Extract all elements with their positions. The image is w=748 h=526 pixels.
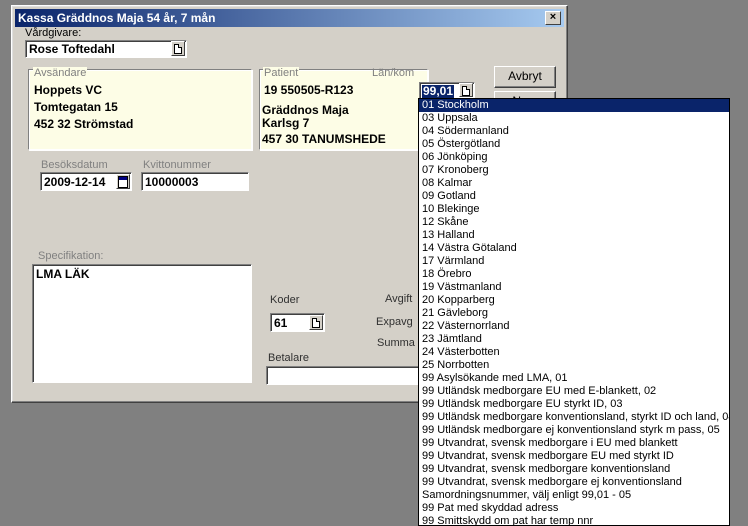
calendar-icon[interactable] [116, 174, 130, 189]
lan-kom-label: Län/kom [372, 67, 415, 79]
besoksdatum-label: Besöksdatum [41, 159, 108, 171]
dropdown-option[interactable]: 19 Västmanland [419, 281, 729, 294]
dropdown-option[interactable]: 22 Västernorrland [419, 320, 729, 333]
betalare-label: Betalare [268, 352, 309, 364]
patient-address: Karlsg 7 [262, 116, 310, 130]
dropdown-option[interactable]: 99 Utländsk medborgare konventionsland, … [419, 411, 729, 424]
expavg-label: Expavg [376, 316, 413, 328]
dropdown-option[interactable]: 99 Utländsk medborgare EU med E-blankett… [419, 385, 729, 398]
specifikation-label: Specifikation: [38, 250, 104, 262]
dropdown-option[interactable]: 99 Utländsk medborgare ej konventionslan… [419, 424, 729, 437]
vardgivare-value: Rose Toftedahl [29, 42, 115, 56]
avsandare-label: Avsändare [33, 67, 88, 79]
dropdown-option[interactable]: 25 Norrbotten [419, 359, 729, 372]
kvittonummer-label: Kvittonummer [143, 159, 211, 171]
avbryt-label: Avbryt [508, 69, 542, 83]
lan-kom-field[interactable]: 99,01 [419, 82, 475, 99]
avbryt-button[interactable]: Avbryt [494, 66, 556, 88]
vardgivare-field[interactable]: Rose Toftedahl [25, 40, 187, 58]
besoksdatum-field[interactable]: 2009-12-14 [40, 172, 132, 191]
title-bar: Kassa Gräddnos Maja 54 år, 7 mån × [15, 9, 564, 27]
window-title: Kassa Gräddnos Maja 54 år, 7 mån [18, 11, 216, 25]
dropdown-option[interactable]: 06 Jönköping [419, 151, 729, 164]
dropdown-option[interactable]: 01 Stockholm [419, 99, 729, 112]
lan-kom-dropdown-icon[interactable] [459, 83, 473, 97]
koder-label: Koder [270, 294, 300, 306]
specifikation-value: LMA LÄK [36, 267, 90, 281]
specifikation-textarea[interactable]: LMA LÄK [32, 264, 252, 383]
dropdown-option[interactable]: 99 Smittskydd om pat har temp nnr [419, 515, 729, 525]
avsandare-line-2: Tomtegatan 15 [34, 100, 118, 114]
dropdown-option[interactable]: 04 Södermanland [419, 125, 729, 138]
dropdown-option[interactable]: 13 Halland [419, 229, 729, 242]
dropdown-option[interactable]: 21 Gävleborg [419, 307, 729, 320]
dropdown-option[interactable]: 17 Värmland [419, 255, 729, 268]
summa-label: Summa [377, 337, 415, 349]
vardgivare-label: Vårdgivare: [25, 27, 82, 39]
vardgivare-lookup-icon[interactable] [171, 41, 185, 56]
avsandare-line-3: 452 32 Strömstad [34, 117, 134, 131]
dropdown-option[interactable]: 14 Västra Götaland [419, 242, 729, 255]
betalare-field[interactable] [266, 366, 436, 385]
dropdown-option[interactable]: 12 Skåne [419, 216, 729, 229]
dropdown-option[interactable]: 10 Blekinge [419, 203, 729, 216]
dropdown-option[interactable]: 20 Kopparberg [419, 294, 729, 307]
lan-kom-dropdown-list[interactable]: 01 Stockholm 03 Uppsala 04 Södermanland 05 … [418, 98, 730, 526]
koder-field[interactable]: 61 [270, 313, 325, 332]
dropdown-option[interactable]: 08 Kalmar [419, 177, 729, 190]
close-button[interactable]: × [545, 11, 561, 25]
dropdown-option[interactable]: 18 Örebro [419, 268, 729, 281]
avsandare-line-1: Hoppets VC [34, 83, 103, 97]
dropdown-option[interactable]: 23 Jämtland [419, 333, 729, 346]
dropdown-option[interactable]: 99 Utvandrat, svensk medborgare konventi… [419, 463, 729, 476]
dropdown-option[interactable]: 07 Kronoberg [419, 164, 729, 177]
avgift-label: Avgift [385, 293, 413, 305]
dropdown-option[interactable]: Samordningsnummer, välj enligt 99,01 - 0… [419, 489, 729, 502]
dropdown-option[interactable]: 24 Västerbotten [419, 346, 729, 359]
lan-kom-value: 99,01 [422, 84, 455, 98]
dropdown-option[interactable]: 99 Utvandrat, svensk medborgare ej konve… [419, 476, 729, 489]
dropdown-option[interactable]: 05 Östergötland [419, 138, 729, 151]
dropdown-option[interactable]: 99 Pat med skyddad adress [419, 502, 729, 515]
patient-label: Patient [263, 67, 300, 79]
dropdown-option[interactable]: 99 Utländsk medborgare EU styrkt ID, 03 [419, 398, 729, 411]
kvittonummer-value: 10000003 [145, 175, 199, 189]
patient-panel: 19 550505-R123 Gräddnos Maja Karlsg 7 45… [259, 69, 428, 150]
patient-pnr: 19 550505-R123 [264, 83, 354, 97]
dropdown-option[interactable]: 09 Gotland [419, 190, 729, 203]
koder-lookup-icon[interactable] [309, 315, 323, 330]
dropdown-option[interactable]: 99 Utvandrat, svensk medborgare EU med s… [419, 450, 729, 463]
patient-postort: 457 30 TANUMSHEDE [262, 132, 386, 146]
avsandare-panel: Hoppets VC Tomtegatan 15 452 32 Strömsta… [28, 69, 252, 150]
dropdown-option[interactable]: 99 Asylsökande med LMA, 01 [419, 372, 729, 385]
dropdown-option[interactable]: 03 Uppsala [419, 112, 729, 125]
dropdown-option[interactable]: 99 Utvandrat, svensk medborgare i EU med… [419, 437, 729, 450]
kvittonummer-field[interactable]: 10000003 [141, 172, 249, 191]
